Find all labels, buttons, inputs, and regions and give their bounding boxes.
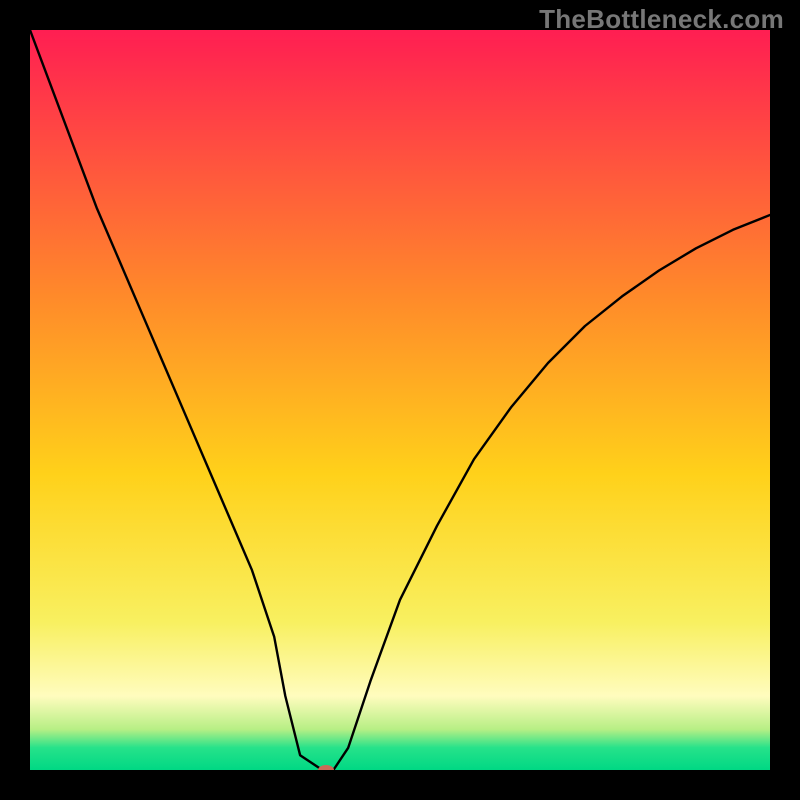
- chart-frame: TheBottleneck.com: [0, 0, 800, 800]
- plot-area: [30, 30, 770, 770]
- gradient-rect: [30, 30, 770, 770]
- chart-svg: [30, 30, 770, 770]
- watermark-text: TheBottleneck.com: [539, 4, 784, 35]
